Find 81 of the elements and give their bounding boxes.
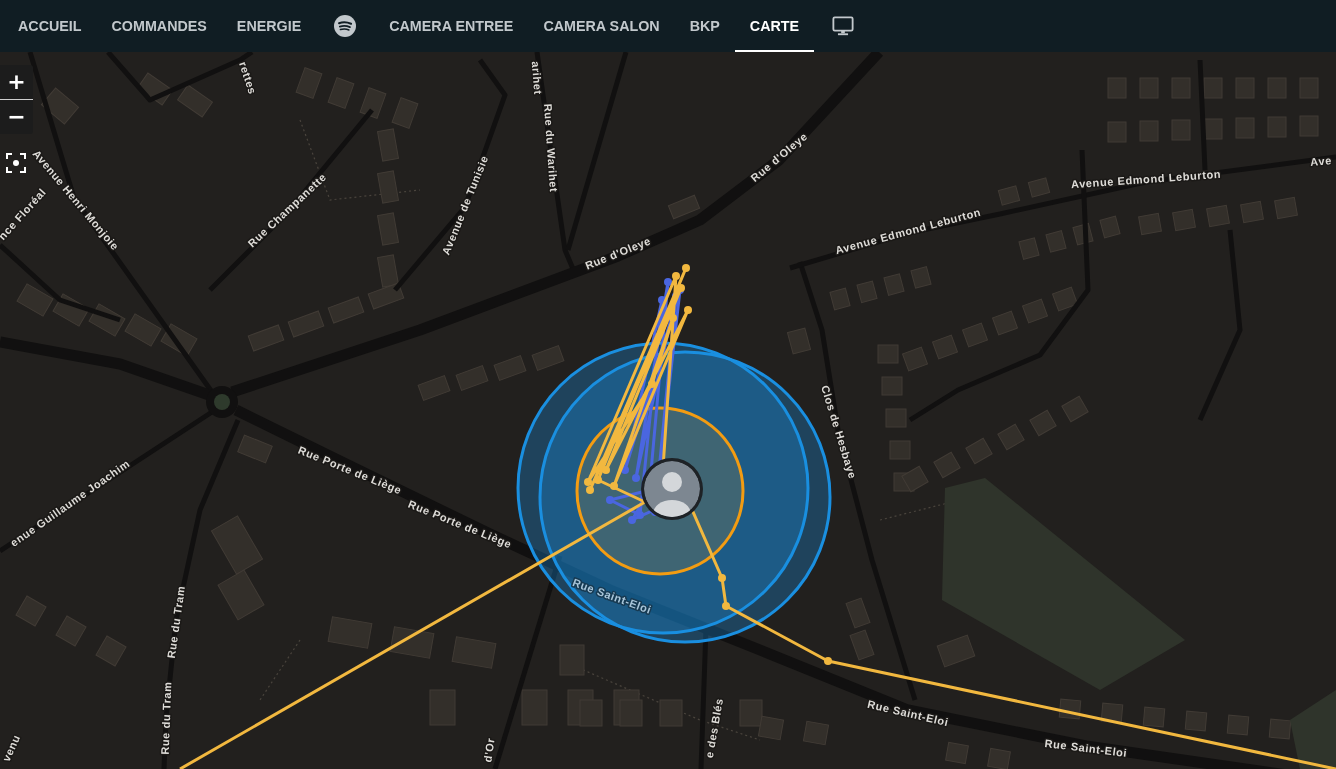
building <box>1235 77 1255 99</box>
building <box>877 344 899 364</box>
building <box>997 185 1021 206</box>
building <box>1226 714 1250 736</box>
building <box>739 699 763 727</box>
building <box>856 280 878 304</box>
monitor-icon <box>832 15 855 37</box>
building <box>881 376 903 396</box>
street-label: Avenue Edmond Leburton <box>1070 167 1222 191</box>
building <box>377 128 399 162</box>
building <box>559 644 585 676</box>
building <box>1203 77 1223 99</box>
building <box>1139 120 1159 142</box>
building <box>377 170 399 204</box>
tab[interactable]: COMMANDES <box>96 0 222 52</box>
street-label: d'Or <box>481 737 497 763</box>
building <box>659 699 683 727</box>
building <box>1027 177 1051 198</box>
building <box>1267 116 1287 138</box>
building <box>579 699 603 727</box>
tab[interactable]: CAMERA SALON <box>528 0 675 52</box>
roundabout <box>206 386 238 418</box>
street-label: Rue Porte de Liège <box>406 497 514 551</box>
building <box>829 287 851 311</box>
building <box>1171 119 1191 141</box>
street-label: Rue Saint-Eloi <box>1044 737 1128 759</box>
avatar-icon[interactable] <box>641 458 703 520</box>
street-label: e des Blés <box>702 697 726 759</box>
building <box>1299 77 1319 99</box>
street-label: Rue Porte de Liège <box>296 443 404 497</box>
tab[interactable]: ENERGIE <box>221 0 317 52</box>
footpath <box>259 639 301 701</box>
building <box>1099 215 1121 239</box>
building <box>987 747 1011 769</box>
street-label: Rue du Tram <box>164 584 188 660</box>
building <box>1172 208 1196 232</box>
street-label: venu <box>0 732 23 764</box>
building <box>1240 200 1264 224</box>
building <box>1018 237 1040 260</box>
building <box>1299 115 1319 137</box>
street-label: Ave <box>1309 154 1333 168</box>
tab[interactable]: ACCUEIL <box>3 0 97 52</box>
building <box>883 273 905 296</box>
building <box>1184 710 1208 732</box>
building <box>802 720 830 746</box>
building <box>1045 230 1067 253</box>
building <box>885 408 907 428</box>
building <box>1107 121 1127 143</box>
building <box>945 741 969 765</box>
building <box>429 689 456 726</box>
building <box>889 440 911 460</box>
building <box>1142 706 1166 728</box>
building <box>619 699 643 727</box>
building <box>757 715 785 741</box>
building <box>910 266 932 289</box>
building <box>1203 118 1223 140</box>
street-label: Rue du Tram <box>158 681 174 755</box>
building <box>1107 77 1127 99</box>
building <box>1171 77 1191 99</box>
building <box>1052 286 1078 312</box>
building <box>377 212 399 246</box>
street-label: rettes <box>237 60 259 96</box>
building <box>1267 77 1287 99</box>
building <box>1139 77 1159 99</box>
building <box>124 313 162 347</box>
building <box>1138 212 1162 236</box>
zoom-out-button[interactable]: − <box>0 100 33 134</box>
building <box>1274 196 1298 220</box>
building <box>1206 204 1230 228</box>
building <box>389 626 435 659</box>
zoom-in-button[interactable]: + <box>0 65 33 99</box>
building <box>521 689 548 726</box>
street-label: arihet <box>529 60 545 96</box>
circle-waves-icon <box>334 15 357 37</box>
street-label: Rue du Warihet <box>541 103 561 193</box>
building <box>1235 117 1255 139</box>
recenter-button[interactable] <box>6 153 26 173</box>
building <box>1268 718 1292 740</box>
recenter-icon <box>6 153 26 173</box>
tab[interactable]: BKP <box>674 0 735 52</box>
tab[interactable]: CAMERA ENTREE <box>374 0 529 52</box>
